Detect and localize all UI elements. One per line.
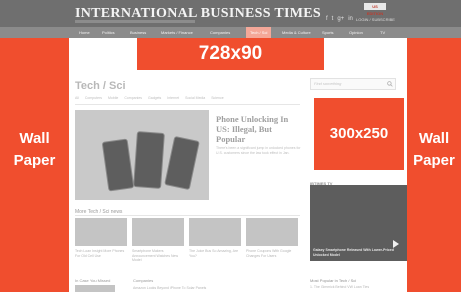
content-area: Tech / Sci All Computers Mobile Companie… (69, 70, 407, 292)
site-header: INTERNATIONAL BUSINESS TIMES US EDITION … (0, 0, 461, 27)
nav-item-politics[interactable]: Politics (102, 27, 115, 38)
hero-summary: There's been a significant jump in unloc… (216, 146, 301, 155)
nav-item-tv[interactable]: TV (380, 27, 385, 38)
subnav-item-companies[interactable]: Companies (124, 96, 142, 100)
nav-item-companies[interactable]: Companies (210, 27, 230, 38)
nav-item-business[interactable]: Business (130, 27, 146, 38)
tagline-bar (75, 20, 195, 23)
wallpaper-ad-right[interactable]: Wall Paper (407, 38, 461, 292)
nav-item-opinion[interactable]: Opinion (349, 27, 363, 38)
hero-headline[interactable]: Phone Unlocking In US: Illegal, But Popu… (216, 114, 302, 144)
divider (75, 215, 300, 216)
news-thumbnail[interactable] (132, 218, 184, 246)
phone-image (133, 131, 165, 189)
play-icon[interactable] (393, 240, 399, 248)
news-caption[interactable]: The Juice Bus So Amazing, Are You? (189, 249, 241, 258)
facebook-icon[interactable]: f (326, 16, 328, 22)
subnav-item-internet[interactable]: Internet (167, 96, 179, 100)
hero-image[interactable] (75, 110, 209, 200)
subnav-item-gadgets[interactable]: Gadgets (148, 96, 161, 100)
phone-image (164, 135, 200, 191)
companies-heading: Companies (133, 278, 154, 283)
phone-image (101, 138, 135, 192)
nav-item-home[interactable]: Home (79, 27, 90, 38)
news-thumbnail[interactable] (246, 218, 298, 246)
nav-item-tech-sci[interactable]: Tech / Sci (246, 27, 272, 38)
subnav-item-science[interactable]: Science (211, 96, 223, 100)
twitter-icon[interactable]: t (332, 16, 334, 22)
missed-thumbnail[interactable] (75, 285, 115, 292)
search-input[interactable]: Find something (310, 78, 396, 90)
page-title: Tech / Sci (75, 80, 126, 92)
linkedin-icon[interactable]: in (348, 16, 353, 22)
social-icons: f t g+ in (326, 16, 353, 22)
wallpaper-label-line1: Wall (418, 130, 450, 147)
popular-link[interactable]: 1. The Gimmick Behind VW Loan Ties (310, 285, 369, 289)
wallpaper-label-line1: Wall (19, 130, 50, 147)
wallpaper-label-line2: Paper (413, 152, 455, 169)
main-nav: Home Politics Business Markets / Finance… (0, 27, 461, 38)
missed-heading: In Case You Missed (75, 278, 111, 283)
news-thumbnail[interactable] (189, 218, 241, 246)
divider (75, 104, 300, 105)
news-caption[interactable]: Phone Coupons With Google Changes For Us… (246, 249, 298, 258)
edition-select[interactable]: US EDITION (364, 3, 386, 16)
rectangle-ad[interactable]: 300x250 (314, 98, 404, 170)
video-player[interactable]: Galaxy Smartphone Released With Lower-Pr… (310, 185, 407, 261)
page: INTERNATIONAL BUSINESS TIMES US EDITION … (0, 0, 461, 292)
wallpaper-ad-left[interactable]: Wall Paper (0, 38, 69, 292)
video-caption: Galaxy Smartphone Released With Lower-Pr… (313, 248, 394, 257)
google-plus-icon[interactable]: g+ (337, 16, 344, 22)
news-caption[interactable]: Tech Loan Insight More Phones For Old Ce… (75, 249, 127, 258)
subnav-item-computers[interactable]: Computers (85, 96, 102, 100)
leaderboard-ad[interactable]: 728x90 (137, 38, 324, 70)
account-link[interactable]: LOGIN / SUBSCRIBE (356, 17, 395, 22)
wallpaper-label-line2: Paper (13, 152, 56, 169)
nav-item-media-culture[interactable]: Media & Culture (282, 27, 311, 38)
news-caption[interactable]: Smartphone Makers Announcement Watches N… (132, 249, 184, 263)
most-popular-heading: Most Popular in Tech / Sci (310, 278, 357, 283)
nav-item-markets[interactable]: Markets / Finance (161, 27, 193, 38)
news-thumbnail[interactable] (75, 218, 127, 246)
subnav-item-mobile[interactable]: Mobile (108, 96, 118, 100)
search-icon[interactable] (387, 81, 393, 87)
companies-link[interactable]: Amazon Looks Beyond iPhone To Solar Pane… (133, 286, 206, 290)
subnav-item-all[interactable]: All (75, 96, 79, 100)
section-subnav: All Computers Mobile Companies Gadgets I… (75, 96, 224, 100)
subnav-item-social-media[interactable]: Social Media (185, 96, 205, 100)
nav-item-sports[interactable]: Sports (322, 27, 334, 38)
